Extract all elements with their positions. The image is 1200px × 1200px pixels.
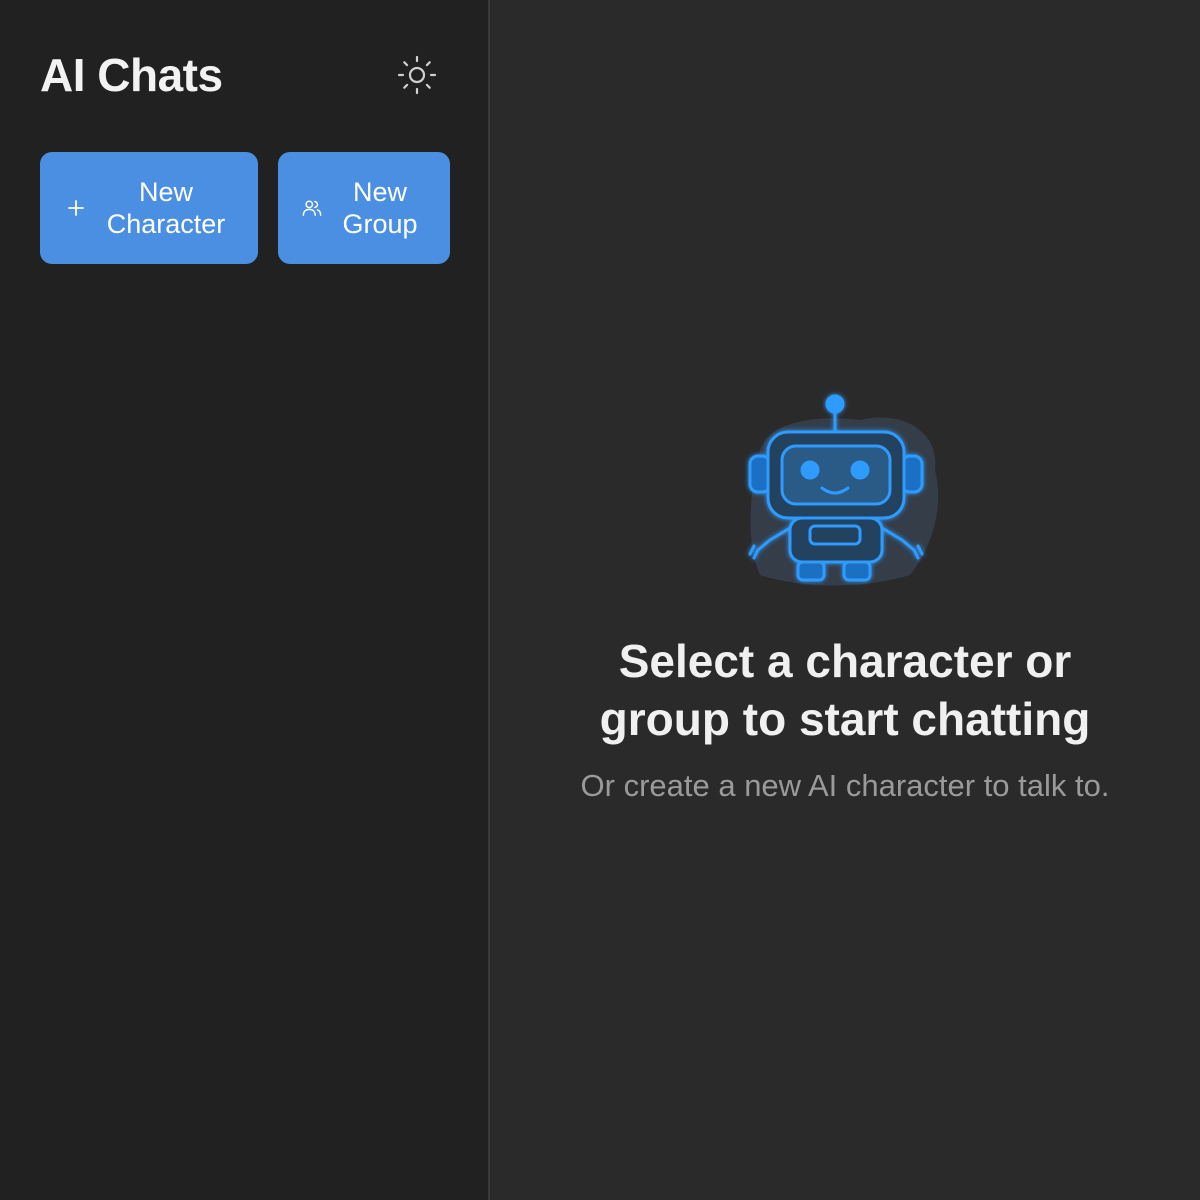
new-character-button[interactable]: New Character xyxy=(40,152,258,264)
main-panel: Select a character or group to start cha… xyxy=(490,0,1200,1200)
plus-icon xyxy=(66,199,86,217)
new-group-button[interactable]: New Group xyxy=(278,152,450,264)
sidebar-actions: New Character New Group xyxy=(40,152,450,264)
theme-toggle-button[interactable] xyxy=(393,51,441,99)
empty-state-subtitle: Or create a new AI character to talk to. xyxy=(580,768,1110,803)
sidebar: AI Chats New Character New Group xyxy=(0,0,490,1200)
users-icon xyxy=(302,198,322,218)
app-title: AI Chats xyxy=(40,49,223,101)
app-root: AI Chats New Character New Group Select … xyxy=(0,0,1200,1200)
new-character-label: New Character xyxy=(106,177,226,239)
sidebar-header: AI Chats xyxy=(40,48,448,102)
new-group-label: New Group xyxy=(342,177,418,239)
sun-icon xyxy=(397,55,437,95)
robot-illustration xyxy=(748,394,939,586)
empty-state-title: Select a character or group to start cha… xyxy=(599,635,1091,745)
empty-state: Select a character or group to start cha… xyxy=(490,390,1200,804)
